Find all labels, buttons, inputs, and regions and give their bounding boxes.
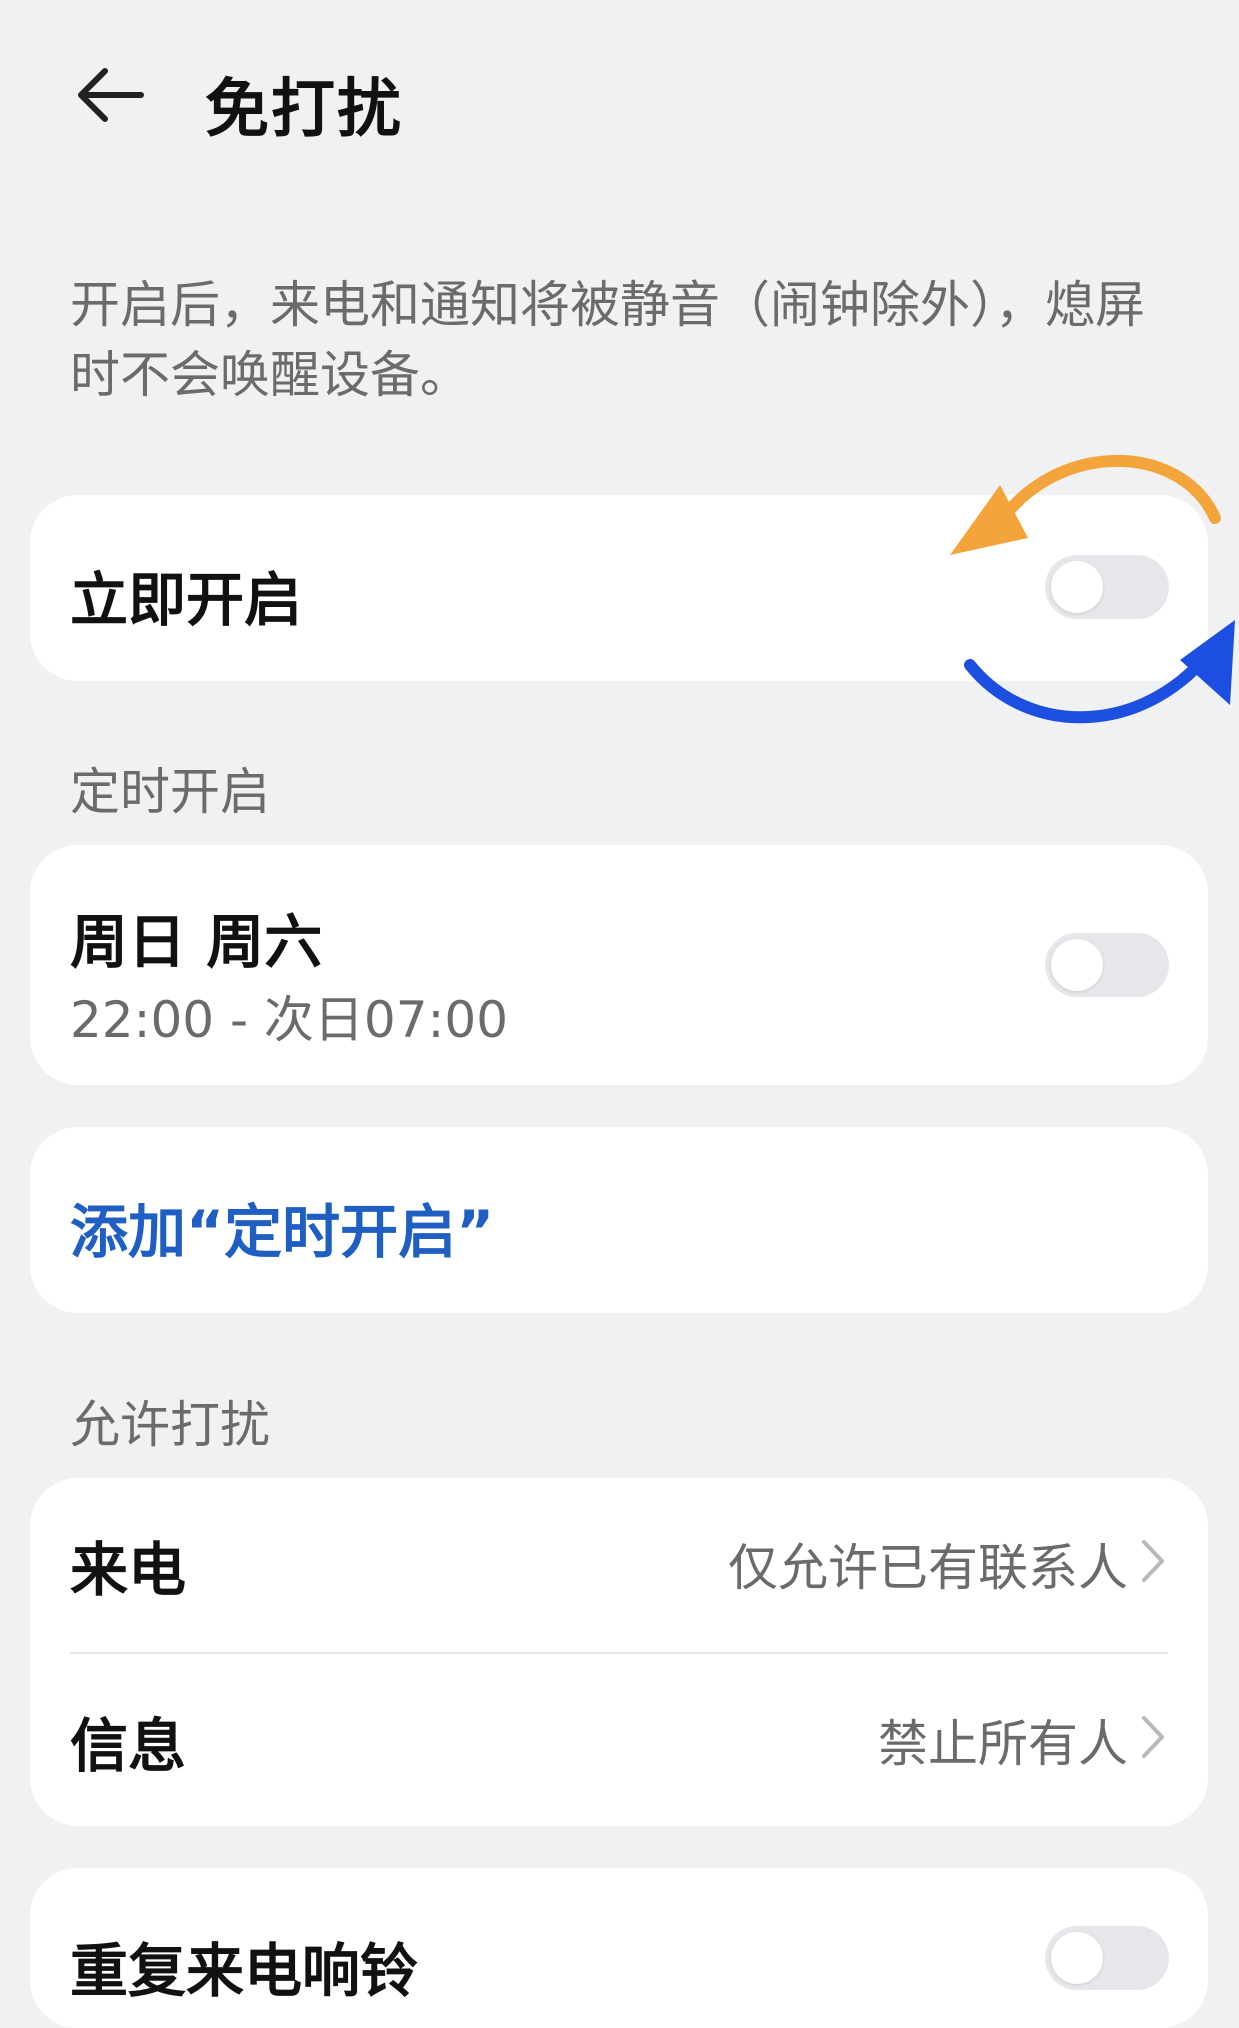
messages-value: 禁止所有人 [878, 1715, 1128, 1773]
calls-value: 仅允许已有联系人 [728, 1539, 1128, 1597]
repeat-call-label: 重复来电响铃 [70, 1937, 419, 2005]
back-button[interactable] [70, 55, 150, 135]
messages-row[interactable]: 信息 禁止所有人 [30, 1654, 1208, 1814]
chevron-right-icon [1142, 1716, 1164, 1758]
back-arrow-icon [78, 68, 144, 122]
add-schedule-card[interactable]: 添加“定时开启” [30, 1127, 1208, 1313]
messages-label: 信息 [70, 1712, 187, 1780]
repeat-call-card: 重复来电响铃 [30, 1868, 1208, 2028]
cycle-arrows-icon [950, 455, 1235, 724]
schedule-section-title: 定时开启 [70, 763, 270, 821]
chevron-right-icon [1142, 1540, 1164, 1582]
description-text: 开启后，来电和通知将被静音（闹钟除外），熄屏时不会唤醒设备。 [70, 276, 1145, 404]
repeat-call-toggle[interactable] [1045, 1926, 1169, 1990]
page-title: 免打扰 [205, 73, 403, 147]
toggle-knob [1051, 939, 1103, 991]
toggle-knob [1051, 1932, 1103, 1984]
header: 免打扰 [0, 0, 1239, 190]
allow-section-title: 允许打扰 [70, 1396, 270, 1454]
schedule-item-card[interactable]: 周日 周六 22:00 - 次日07:00 [30, 845, 1208, 1085]
calls-label: 来电 [70, 1536, 187, 1604]
schedule-days: 周日 周六 [70, 908, 323, 976]
schedule-toggle[interactable] [1045, 933, 1169, 997]
allow-list-card: 来电 仅允许已有联系人 信息 禁止所有人 [30, 1478, 1208, 1826]
calls-row[interactable]: 来电 仅允许已有联系人 [30, 1478, 1208, 1638]
schedule-time: 22:00 - 次日07:00 [70, 991, 509, 1049]
add-schedule-link[interactable]: 添加“定时开启” [70, 1185, 494, 1269]
immediate-on-label: 立即开启 [70, 566, 303, 634]
